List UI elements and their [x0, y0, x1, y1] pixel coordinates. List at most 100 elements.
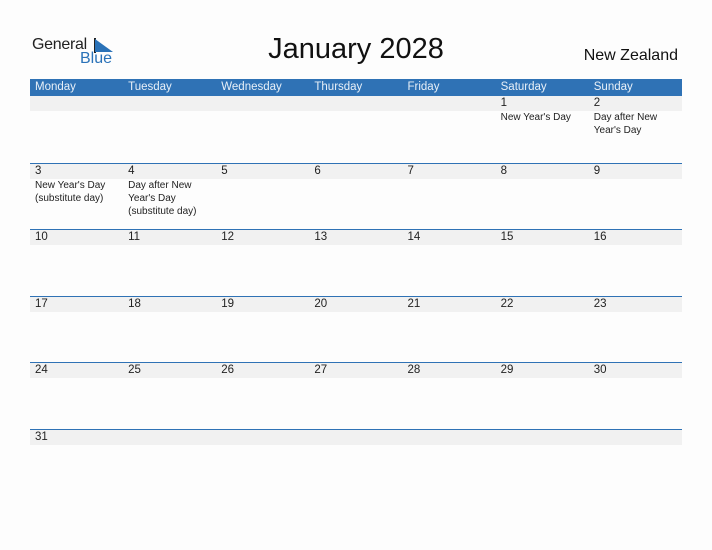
holiday-label: Day after New Year's Day (substitute day…	[128, 179, 197, 217]
day-number: 11	[128, 231, 141, 244]
holiday-label: New Year's Day (substitute day)	[35, 179, 106, 204]
weekday-friday: Friday	[407, 81, 440, 93]
day-number: 7	[407, 164, 414, 177]
day-number: 17	[35, 297, 48, 310]
day-cell: 21	[403, 297, 496, 363]
week-row: 17 18 19 20 21 22 23	[30, 295, 682, 363]
day-number	[501, 430, 589, 445]
day-cell	[496, 430, 589, 496]
weekday-saturday: Saturday	[500, 81, 547, 93]
day-number: 23	[593, 297, 607, 310]
day-number	[408, 96, 496, 111]
day-number: 22	[500, 297, 514, 310]
day-number: 30	[593, 364, 607, 377]
day-cell	[123, 96, 216, 163]
day-cell: 19	[216, 297, 309, 363]
day-cell: 22	[496, 297, 589, 363]
day-cell: 17	[30, 297, 123, 363]
weekday-wednesday: Wednesday	[221, 81, 282, 93]
day-cell: 12	[216, 230, 309, 296]
calendar-grid: Monday Tuesday Wednesday Thursday Friday Satu…	[30, 79, 682, 496]
day-number: 27	[314, 364, 328, 377]
holiday-label: New Year's Day	[500, 112, 571, 123]
day-cell: 23	[589, 297, 682, 363]
day-number: 15	[500, 231, 514, 244]
day-cell: 27	[309, 363, 402, 429]
day-cell	[216, 430, 309, 496]
day-number: 19	[221, 297, 235, 310]
week-row: 1 New Year's Day 2 Day after New Year's Day	[30, 96, 682, 163]
day-number: 4	[128, 164, 135, 177]
day-number: 1	[500, 97, 508, 109]
day-cell	[309, 430, 402, 496]
day-number: 26	[221, 364, 235, 377]
day-number	[314, 96, 402, 111]
day-cell	[123, 430, 216, 496]
day-number: 8	[500, 164, 508, 177]
week-row: 24 25 26 27 28 29 30	[30, 362, 682, 429]
weekday-thursday: Thursday	[314, 81, 363, 93]
day-cell	[30, 96, 123, 163]
day-number	[221, 430, 309, 445]
holiday-label: Day after New Year's Day	[593, 112, 658, 136]
day-number	[314, 430, 402, 445]
day-number: 16	[593, 231, 607, 244]
day-cell: 6	[309, 164, 402, 230]
week-row: 3 New Year's Day (substitute day) 4 Day aft…	[30, 162, 682, 230]
weekday-sunday: Sunday	[593, 81, 633, 93]
day-cell	[403, 96, 496, 163]
day-number: 10	[35, 231, 48, 244]
day-cell: 3 New Year's Day (substitute day)	[30, 164, 123, 230]
day-number: 20	[314, 297, 328, 310]
day-number: 6	[314, 164, 321, 177]
day-cell: 29	[496, 363, 589, 429]
day-cell: 10	[30, 230, 123, 296]
day-cell: 8	[496, 164, 589, 230]
weekday-monday: Monday	[35, 81, 76, 93]
day-number	[128, 430, 216, 445]
day-cell: 31	[30, 430, 123, 496]
day-cell: 20	[309, 297, 402, 363]
day-cell: 5	[216, 164, 309, 230]
day-number	[594, 430, 682, 445]
day-cell: 26	[216, 363, 309, 429]
day-cell	[403, 430, 496, 496]
week-row: 10 11 12 13 14 15 16	[30, 229, 682, 296]
weekday-tuesday: Tuesday	[128, 81, 172, 93]
week-row: 31	[30, 428, 682, 496]
day-cell	[216, 96, 309, 163]
day-number	[35, 96, 123, 111]
day-number: 5	[221, 164, 228, 177]
day-cell	[309, 96, 402, 163]
day-cell: 7	[403, 164, 496, 230]
day-number: 2	[593, 97, 601, 109]
day-cell: 24	[30, 363, 123, 429]
weekday-header: Monday Tuesday Wednesday Thursday Friday Satu…	[30, 79, 682, 96]
day-cell: 25	[123, 363, 216, 429]
day-number: 29	[500, 364, 514, 377]
day-cell: 14	[403, 230, 496, 296]
day-number: 18	[128, 297, 141, 310]
day-number: 14	[407, 231, 421, 244]
day-cell: 2 Day after New Year's Day	[589, 96, 682, 163]
day-cell	[589, 430, 682, 496]
day-number: 3	[35, 164, 42, 177]
day-number: 9	[593, 164, 601, 177]
day-cell: 11	[123, 230, 216, 296]
day-number: 13	[314, 231, 328, 244]
day-cell: 13	[309, 230, 402, 296]
day-cell: 18	[123, 297, 216, 363]
day-number: 12	[221, 231, 235, 244]
day-number: 31	[35, 430, 48, 443]
day-number	[128, 96, 216, 111]
day-cell: 30	[589, 363, 682, 429]
day-number: 21	[407, 297, 421, 310]
day-number: 25	[128, 364, 141, 377]
day-number: 24	[35, 364, 48, 377]
day-cell: 9	[589, 164, 682, 230]
day-cell: 4 Day after New Year's Day (substitute da…	[123, 164, 216, 230]
day-cell: 1 New Year's Day	[496, 96, 589, 163]
day-number	[221, 96, 309, 111]
day-cell: 16	[589, 230, 682, 296]
day-number	[408, 430, 496, 445]
